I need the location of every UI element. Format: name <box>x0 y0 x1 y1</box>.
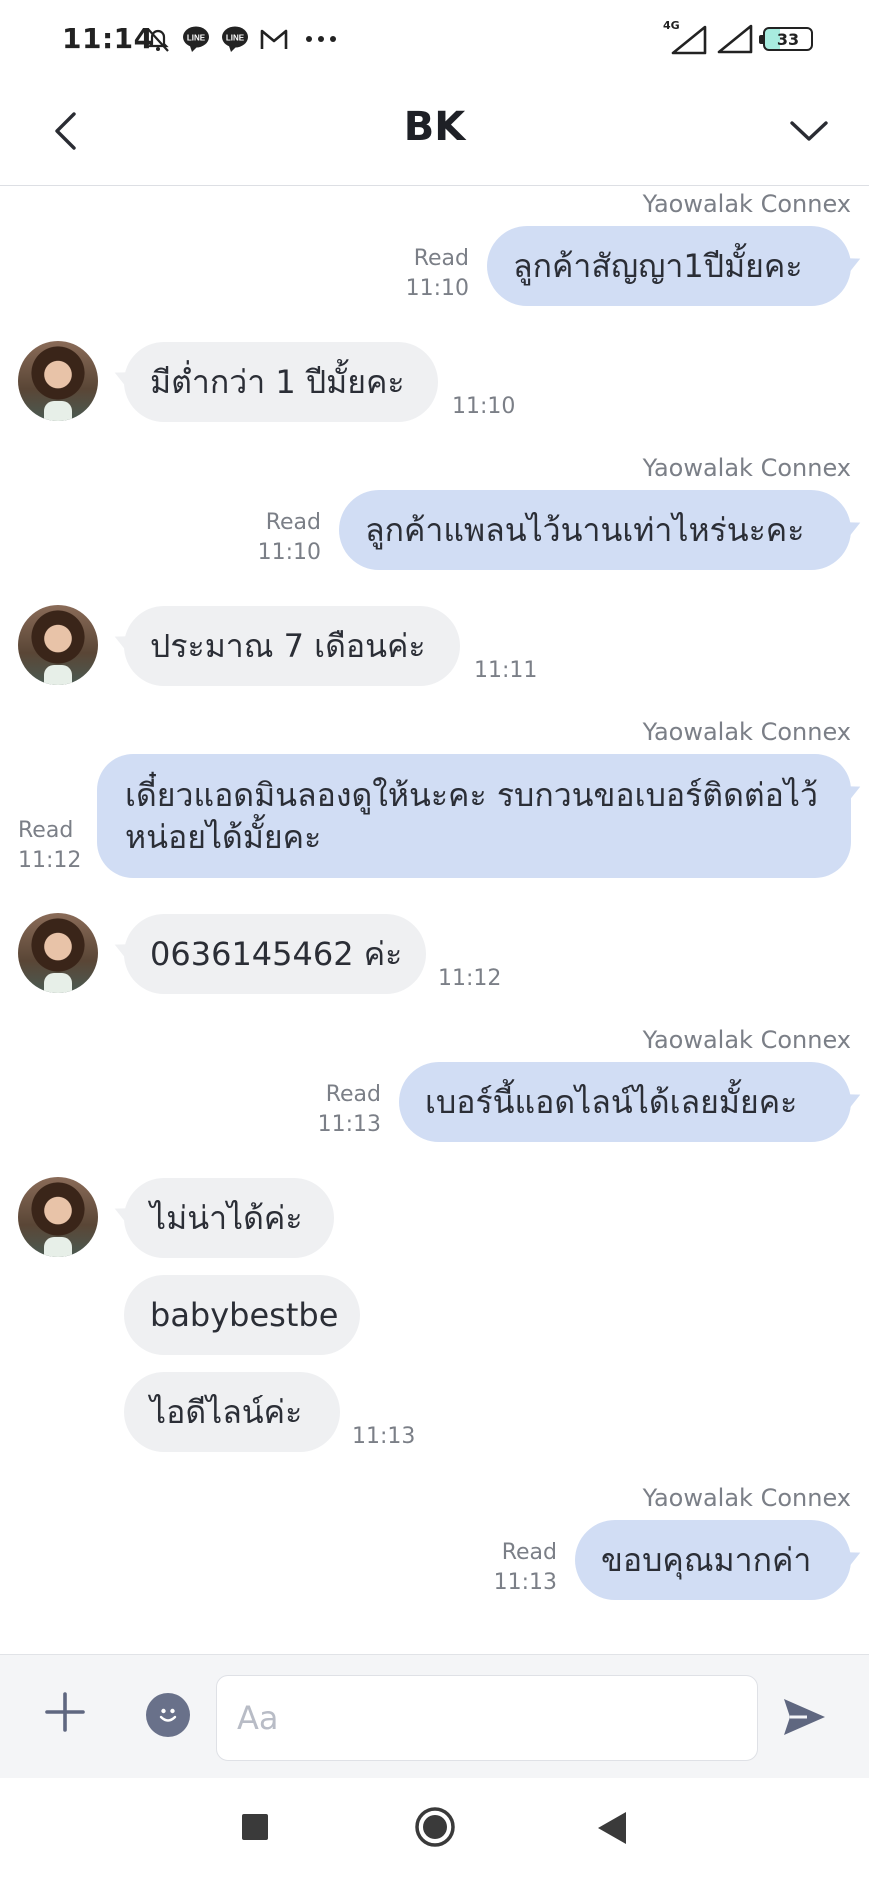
battery-icon: 33 <box>759 27 813 51</box>
nav-back-button[interactable] <box>596 1810 628 1846</box>
message-text: ขอบคุณมากค่า <box>601 1540 812 1579</box>
read-receipt: Read <box>325 1082 381 1107</box>
message-text: ไม่น่าได้ค่ะ <box>150 1198 303 1237</box>
message-time: 11:13 <box>317 1112 381 1137</box>
svg-text:LINE: LINE <box>226 34 245 43</box>
message-time: 11:12 <box>438 966 502 991</box>
sender-name: Yaowalak Connex <box>642 1484 851 1512</box>
emoji-button[interactable] <box>146 1693 190 1737</box>
message-bubble-incoming[interactable]: ไอดีไลน์ค่ะ <box>124 1372 340 1452</box>
system-icons: 4G 33 <box>663 19 813 56</box>
message-bubble-outgoing[interactable]: เบอร์นี้แอดไลน์ได้เลยมั้ยคะ <box>399 1062 851 1142</box>
line-icon: LINE <box>183 26 209 52</box>
mute-bell-icon <box>147 28 169 52</box>
message-meta: Read 11:13 <box>318 1080 381 1140</box>
send-icon <box>784 1699 825 1735</box>
sender-name: Yaowalak Connex <box>642 718 851 746</box>
avatar[interactable] <box>18 913 98 993</box>
line-icon: LINE <box>222 26 248 52</box>
chat-messages[interactable]: Yaowalak Connex Read 11:10 ลูกค้าสัญญา1ป… <box>0 186 869 1654</box>
sender-name: Yaowalak Connex <box>642 190 851 218</box>
message-bubble-incoming[interactable]: ประมาณ 7 เดือนค่ะ <box>124 606 460 686</box>
message-meta: Read 11:13 <box>494 1538 557 1598</box>
message-text: ลูกค้าสัญญา1ปีมั้ยคะ <box>513 246 803 285</box>
message-time: 11:10 <box>405 276 469 301</box>
sender-name: Yaowalak Connex <box>642 1026 851 1054</box>
chevron-down-icon <box>790 121 828 141</box>
message-input[interactable] <box>216 1675 758 1761</box>
signal-icon: 4G <box>663 19 707 55</box>
message-time: 11:13 <box>493 1570 557 1595</box>
avatar[interactable] <box>18 1177 98 1257</box>
message-bubble-outgoing[interactable]: ลูกค้าแพลนไว้นานเท่าไหร่นะคะ <box>339 490 851 570</box>
message-time: 11:13 <box>352 1424 416 1449</box>
read-receipt: Read <box>501 1540 557 1565</box>
chat-header: BK <box>0 78 869 186</box>
message-bubble-outgoing[interactable]: เดี๋ยวแอดมินลองดูให้นะคะ รบกวนขอเบอร์ติด… <box>97 754 851 878</box>
message-input-bar <box>0 1654 869 1778</box>
status-time: 11:14 <box>62 22 154 55</box>
svg-text:LINE: LINE <box>187 34 206 43</box>
send-button[interactable] <box>778 1691 830 1743</box>
header-menu-button[interactable] <box>781 103 837 159</box>
battery-level: 33 <box>776 29 800 49</box>
message-text: ลูกค้าแพลนไว้นานเท่าไหร่นะคะ <box>365 510 805 549</box>
message-bubble-outgoing[interactable]: ลูกค้าสัญญา1ปีมั้ยคะ <box>487 226 851 306</box>
avatar[interactable] <box>18 605 98 685</box>
plus-icon <box>45 1692 85 1732</box>
message-text: 0636145462 ค่ะ <box>150 934 403 973</box>
message-text: เบอร์นี้แอดไลน์ได้เลยมั้ยคะ <box>425 1082 798 1121</box>
status-bar: 11:14 LINE LINE 4G 33 <box>0 0 869 78</box>
message-time: 11:10 <box>452 394 516 419</box>
message-meta: Read 11:10 <box>406 244 469 304</box>
sender-name: Yaowalak Connex <box>642 454 851 482</box>
recents-button[interactable] <box>242 1814 268 1840</box>
attach-button[interactable] <box>40 1687 90 1737</box>
message-text: เดี๋ยวแอดมินลองดูให้นะคะ รบกวนขอเบอร์ติด… <box>125 776 818 856</box>
system-nav-bar <box>0 1778 869 1883</box>
read-receipt: Read <box>18 818 74 843</box>
message-bubble-outgoing[interactable]: ขอบคุณมากค่า <box>575 1520 851 1600</box>
more-dots-icon <box>306 36 336 42</box>
message-time: 11:12 <box>18 848 82 873</box>
message-time: 11:11 <box>474 658 538 683</box>
message-meta: Read 11:12 <box>18 816 81 876</box>
read-receipt: Read <box>413 246 469 271</box>
gmail-icon <box>260 29 288 49</box>
message-text: babybestbe <box>150 1296 339 1334</box>
notification-icons: LINE LINE <box>144 22 338 56</box>
message-text: ไอดีไลน์ค่ะ <box>150 1392 303 1431</box>
message-time: 11:10 <box>257 540 321 565</box>
signal-icon <box>717 24 753 54</box>
message-text: ประมาณ 7 เดือนค่ะ <box>150 626 426 665</box>
message-text: มีต่ำกว่า 1 ปีมั้ยคะ <box>150 362 405 401</box>
message-bubble-incoming[interactable]: 0636145462 ค่ะ <box>124 914 426 994</box>
avatar[interactable] <box>18 341 98 421</box>
read-receipt: Read <box>265 510 321 535</box>
chat-title: BK <box>403 104 466 150</box>
message-meta: Read 11:10 <box>258 508 321 568</box>
message-bubble-incoming[interactable]: babybestbe <box>124 1275 360 1355</box>
smiley-icon <box>159 1708 177 1722</box>
message-bubble-incoming[interactable]: มีต่ำกว่า 1 ปีมั้ยคะ <box>124 342 438 422</box>
message-bubble-incoming[interactable]: ไม่น่าได้ค่ะ <box>124 1178 334 1258</box>
home-button[interactable] <box>414 1806 456 1848</box>
